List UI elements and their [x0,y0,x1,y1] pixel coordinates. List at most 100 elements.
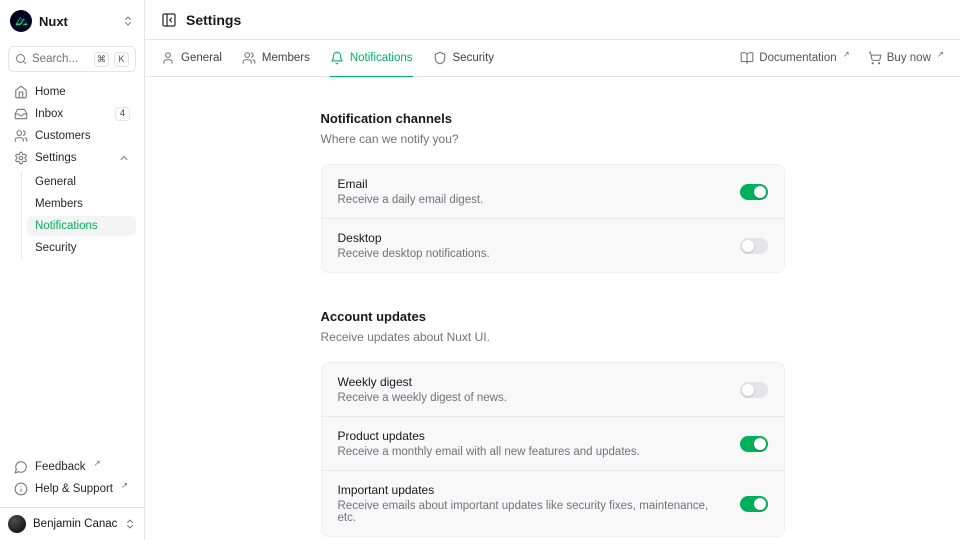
settings-subnav: General Members Notifications Security [21,172,136,258]
page-header: Settings [145,0,960,40]
tab-security[interactable]: Security [433,40,495,76]
sidebar-item-label: General [35,176,76,188]
section-description: Receive updates about Nuxt UI. [321,330,785,344]
sidebar-item-customers[interactable]: Customers [8,126,136,146]
sidebar-item-label: Customers [35,130,91,142]
sidebar: Nuxt ⌘ K Home Inbox 4 [0,0,145,540]
setting-row-important-updates: Important updates Receive emails about i… [322,470,784,536]
sidebar-item-security[interactable]: Security [27,238,136,258]
setting-row-weekly-digest: Weekly digest Receive a weekly digest of… [322,363,784,416]
section-notification-channels: Notification channels Where can we notif… [321,111,785,273]
documentation-label: Documentation [759,52,836,64]
setting-description: Receive a weekly digest of news. [338,392,724,404]
tab-bar: General Members Notifications Security D… [145,40,960,77]
search-icon [15,53,27,65]
external-link-icon: ↗ [94,458,101,469]
chevrons-up-down-icon [122,15,134,27]
info-icon [14,482,28,496]
sidebar-footer: Feedback ↗ Help & Support ↗ [8,457,136,503]
shield-icon [433,51,447,65]
setting-description: Receive emails about important updates l… [338,500,724,524]
setting-description: Receive a daily email digest. [338,194,724,206]
tab-label: Members [262,52,310,64]
tab-label: General [181,52,222,64]
user-menu[interactable]: Benjamin Canac [8,515,136,533]
buy-now-label: Buy now [887,52,931,64]
setting-row-desktop: Desktop Receive desktop notifications. [322,218,784,272]
kbd-command: ⌘ [94,52,109,67]
setting-title: Important updates [338,483,724,497]
user-menu-wrap: Benjamin Canac [0,507,144,540]
users-icon [242,51,256,65]
home-icon [14,85,28,99]
product-updates-toggle[interactable] [740,436,768,452]
sidebar-item-settings[interactable]: Settings [8,148,136,168]
sidebar-item-label: Settings [35,152,77,164]
setting-title: Weekly digest [338,375,724,389]
shopping-cart-icon [868,51,882,65]
setting-row-email: Email Receive a daily email digest. [322,165,784,218]
help-support-label: Help & Support [35,483,113,495]
section-title: Account updates [321,309,785,324]
setting-title: Product updates [338,429,724,443]
documentation-link[interactable]: Documentation ↗ [740,51,849,65]
gear-icon [14,151,28,165]
sidebar-collapse-button[interactable] [161,12,177,28]
sidebar-item-home[interactable]: Home [8,82,136,102]
sidebar-item-label: Members [35,198,83,210]
setting-title: Email [338,177,724,191]
tab-actions: Documentation ↗ Buy now ↗ [740,51,944,65]
message-circle-icon [14,460,28,474]
weekly-digest-toggle[interactable] [740,382,768,398]
workspace-name: Nuxt [39,14,68,29]
tab-label: Notifications [350,52,413,64]
section-description: Where can we notify you? [321,132,785,146]
settings-card: Weekly digest Receive a weekly digest of… [321,362,785,537]
user-name: Benjamin Canac [33,518,117,530]
sidebar-item-notifications[interactable]: Notifications [27,216,136,236]
chevrons-up-down-icon [124,518,136,530]
book-open-icon [740,51,754,65]
sidebar-item-label: Notifications [35,220,98,232]
help-support-link[interactable]: Help & Support ↗ [8,479,136,499]
external-link-icon: ↗ [937,49,944,60]
nuxt-logo-icon [10,10,32,32]
section-account-updates: Account updates Receive updates about Nu… [321,309,785,537]
setting-row-product-updates: Product updates Receive a monthly email … [322,416,784,470]
desktop-toggle[interactable] [740,238,768,254]
panel-left-close-icon [161,12,177,28]
setting-title: Desktop [338,231,724,245]
tab-notifications[interactable]: Notifications [330,40,413,76]
setting-row-text: Desktop Receive desktop notifications. [338,231,724,260]
setting-row-text: Product updates Receive a monthly email … [338,429,724,458]
sidebar-nav: Home Inbox 4 Customers Settings Gener [8,82,136,258]
setting-row-text: Weekly digest Receive a weekly digest of… [338,375,724,404]
users-icon [14,129,28,143]
important-updates-toggle[interactable] [740,496,768,512]
settings-card: Email Receive a daily email digest. Desk… [321,164,785,273]
buy-now-link[interactable]: Buy now ↗ [868,51,944,65]
sidebar-item-general[interactable]: General [27,172,136,192]
setting-description: Receive desktop notifications. [338,248,724,260]
sidebar-item-label: Home [35,86,66,98]
search-box[interactable]: ⌘ K [8,46,136,72]
tab-members[interactable]: Members [242,40,310,76]
tab-general[interactable]: General [161,40,222,76]
main-panel: Settings General Members Notifications S… [145,0,960,540]
sidebar-item-members[interactable]: Members [27,194,136,214]
section-title: Notification channels [321,111,785,126]
page-title: Settings [186,12,241,28]
feedback-link[interactable]: Feedback ↗ [8,457,136,477]
search-input[interactable] [32,53,89,65]
feedback-label: Feedback [35,461,86,473]
sidebar-item-inbox[interactable]: Inbox 4 [8,104,136,124]
setting-description: Receive a monthly email with all new fea… [338,446,724,458]
sidebar-item-label: Inbox [35,108,63,120]
user-icon [161,51,175,65]
email-toggle[interactable] [740,184,768,200]
settings-content: Notification channels Where can we notif… [145,77,960,540]
chevron-up-icon [118,152,130,164]
tab-label: Security [453,52,495,64]
inbox-icon [14,107,28,121]
workspace-switcher[interactable]: Nuxt [8,8,136,34]
